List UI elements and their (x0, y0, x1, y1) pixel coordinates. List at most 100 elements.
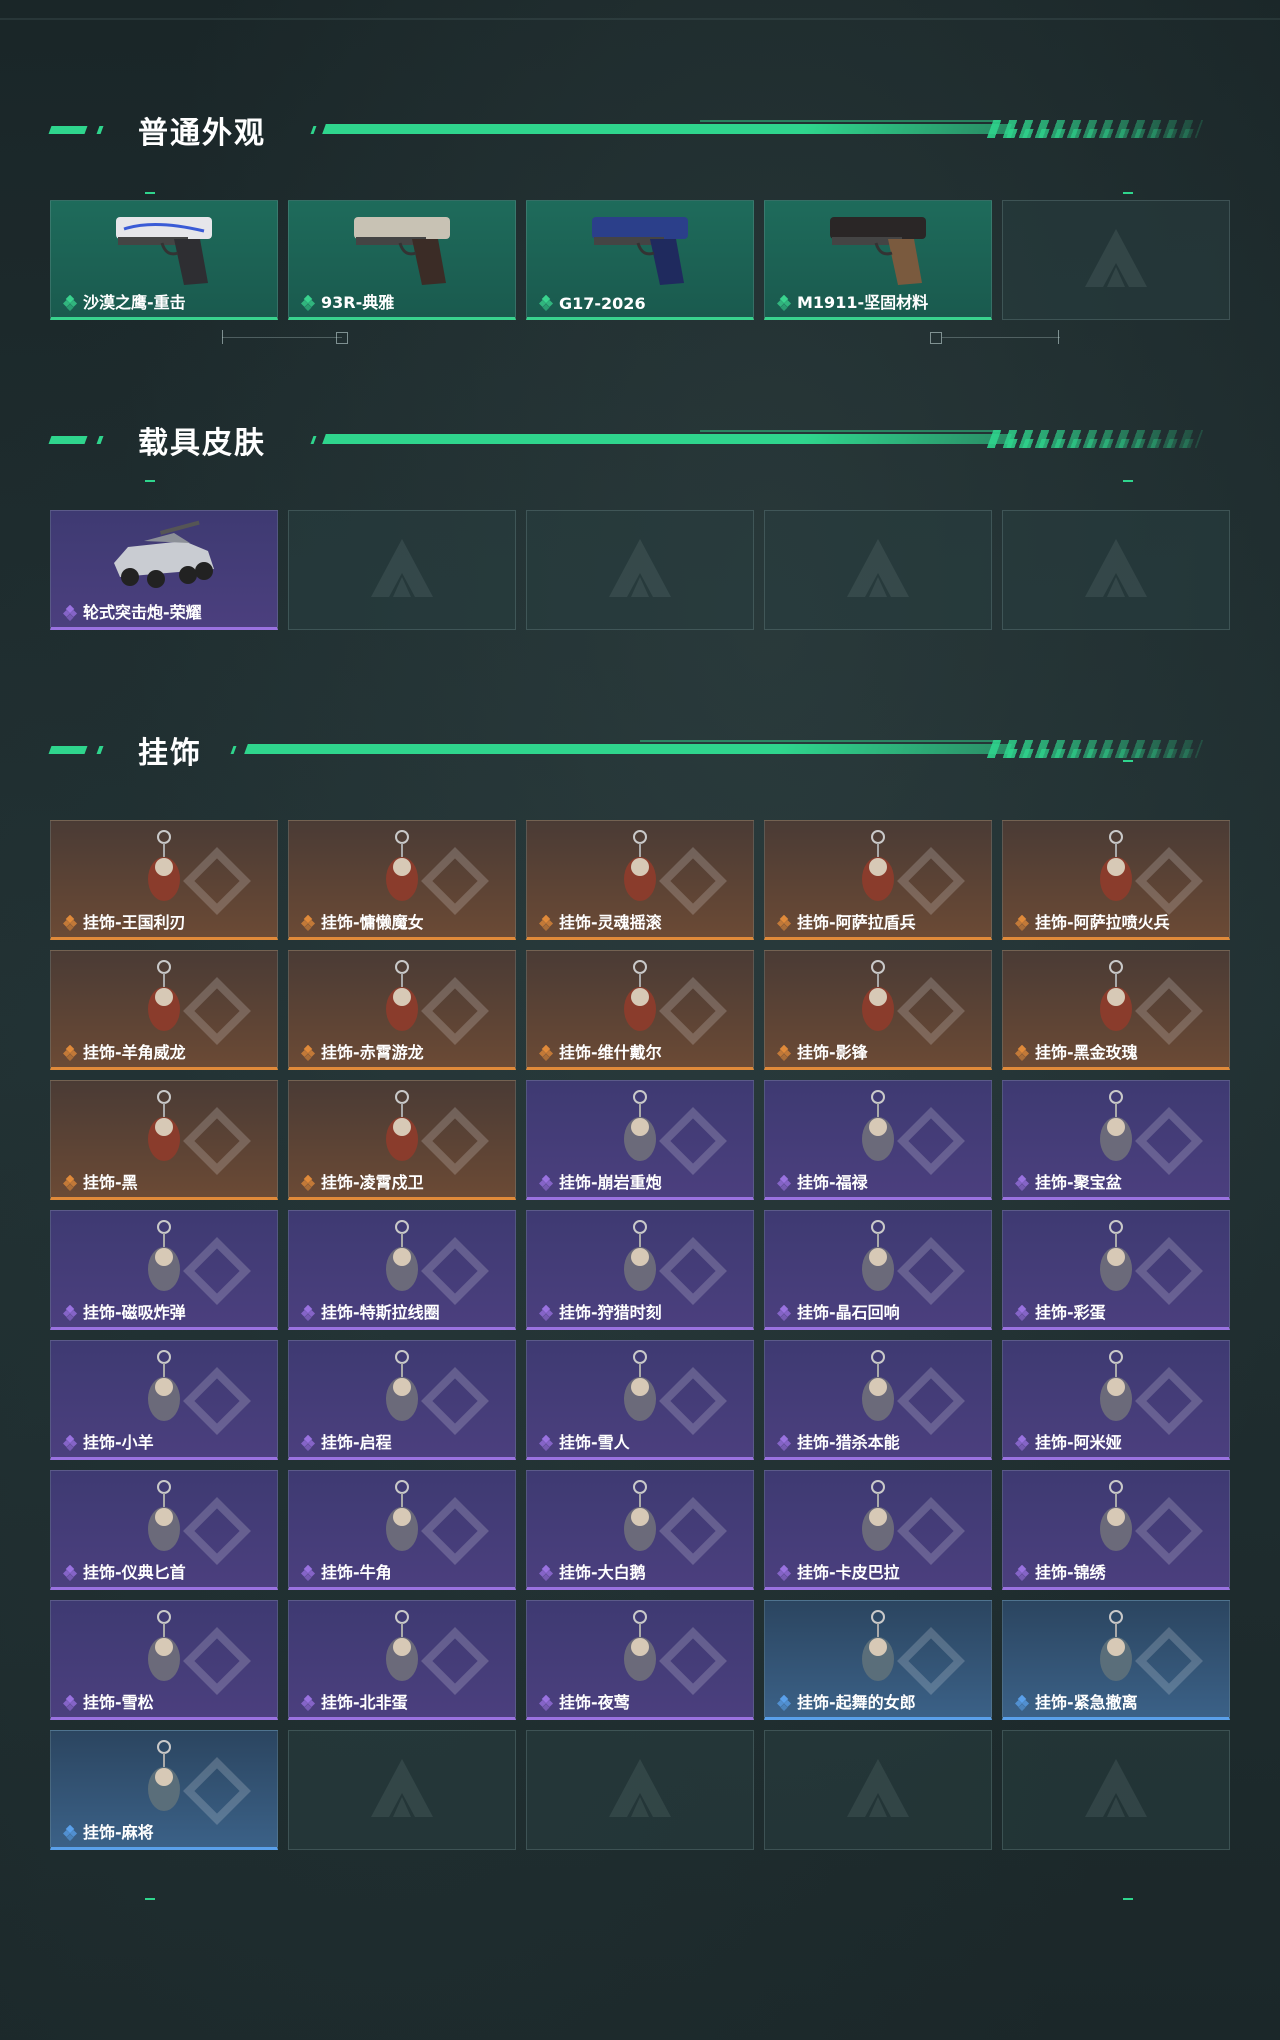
rarity-diamond-icon (301, 1305, 316, 1321)
charm-icon (148, 1610, 180, 1681)
charm-card[interactable]: 挂饰-慵懒魔女 (288, 820, 516, 940)
item-name-label: 挂饰-凌霄戍卫 (321, 1173, 424, 1192)
item-name-label: 挂饰-大白鹅 (559, 1563, 646, 1582)
empty-slot (764, 1730, 992, 1850)
charm-card[interactable]: 挂饰-狩猎时刻 (526, 1210, 754, 1330)
header-accent-bar (96, 436, 104, 444)
charm-card[interactable]: 挂饰-阿萨拉喷火兵 (1002, 820, 1230, 940)
header-checker-pattern (998, 749, 1202, 758)
charm-card[interactable]: 挂饰-启程 (288, 1340, 516, 1460)
charm-card[interactable]: 挂饰-崩岩重炮 (526, 1080, 754, 1200)
charm-icon (624, 1610, 656, 1681)
charm-icon (148, 1480, 180, 1551)
rarity-diamond-icon (539, 1695, 554, 1711)
charm-icon (386, 960, 418, 1031)
section-header: 载具皮肤 (0, 410, 1280, 470)
charm-card[interactable]: 挂饰-黑 (50, 1080, 278, 1200)
pistol-icon (830, 217, 926, 285)
section-title: 普通外观 (138, 116, 266, 151)
charm-card[interactable]: 挂饰-起舞的女郎 (764, 1600, 992, 1720)
charm-card[interactable]: 挂饰-影锋 (764, 950, 992, 1070)
decor-line (222, 337, 342, 338)
charm-card[interactable]: 挂饰-雪松 (50, 1600, 278, 1720)
charm-card[interactable]: 挂饰-锦绣 (1002, 1470, 1230, 1590)
decor-tick (1058, 330, 1059, 344)
corner-dash (145, 480, 155, 482)
rarity-diamond-icon (63, 1435, 78, 1451)
rarity-diamond-icon (539, 1045, 554, 1061)
rarity-diamond-icon (63, 1825, 78, 1841)
charm-card[interactable]: 挂饰-特斯拉线圈 (288, 1210, 516, 1330)
item-name-label: 挂饰-福禄 (797, 1173, 868, 1192)
weapon-skin-card[interactable]: 93R-典雅 (288, 200, 516, 320)
charm-card[interactable]: 挂饰-凌霄戍卫 (288, 1080, 516, 1200)
game-logo-watermark-icon (371, 1759, 433, 1817)
rarity-diamond-icon (1015, 1695, 1030, 1711)
charm-icon (1100, 960, 1132, 1031)
rarity-diamond-icon (63, 1565, 78, 1581)
charm-card[interactable]: 挂饰-阿萨拉盾兵 (764, 820, 992, 940)
charm-card[interactable]: 挂饰-卡皮巴拉 (764, 1470, 992, 1590)
charm-card[interactable]: 挂饰-猎杀本能 (764, 1340, 992, 1460)
charm-card[interactable]: 挂饰-彩蛋 (1002, 1210, 1230, 1330)
charm-card[interactable]: 挂饰-灵魂摇滚 (526, 820, 754, 940)
item-name-label: 挂饰-麻将 (83, 1823, 154, 1842)
charm-card[interactable]: 挂饰-赤霄游龙 (288, 950, 516, 1070)
header-progress-bar (244, 744, 1012, 754)
rarity-diamond-icon (301, 295, 316, 311)
weapon-skin-card[interactable]: M1911-坚固材料 (764, 200, 992, 320)
item-name-label: 挂饰-锦绣 (1035, 1563, 1106, 1582)
charm-icon (386, 1480, 418, 1551)
header-accent-bar (310, 436, 317, 444)
section-header: 普通外观 (0, 100, 1280, 160)
charm-icon (862, 1610, 894, 1681)
rarity-diamond-icon (301, 1045, 316, 1061)
item-name-label: G17-2026 (559, 294, 646, 313)
charm-card[interactable]: 挂饰-夜莺 (526, 1600, 754, 1720)
charm-icon (386, 1090, 418, 1161)
charm-icon (148, 1090, 180, 1161)
weapon-skin-card[interactable]: 沙漠之鹰-重击 (50, 200, 278, 320)
charm-card[interactable]: 挂饰-紧急撤离 (1002, 1600, 1230, 1720)
charm-card[interactable]: 挂饰-磁吸炸弹 (50, 1210, 278, 1330)
item-name-label: 挂饰-夜莺 (559, 1693, 630, 1712)
charm-card[interactable]: 挂饰-晶石回响 (764, 1210, 992, 1330)
rarity-diamond-icon (63, 1175, 78, 1191)
charm-card[interactable]: 挂饰-福禄 (764, 1080, 992, 1200)
charm-card[interactable]: 挂饰-小羊 (50, 1340, 278, 1460)
header-accent-bar (230, 746, 237, 754)
item-name-label: 挂饰-卡皮巴拉 (797, 1563, 900, 1582)
item-name-label: 93R-典雅 (321, 293, 395, 312)
rarity-diamond-icon (1015, 915, 1030, 931)
rarity-diamond-icon (539, 915, 554, 931)
item-name-label: 挂饰-雪人 (559, 1433, 630, 1452)
charm-icon (386, 830, 418, 901)
game-logo-watermark-icon (609, 539, 671, 597)
decor-line (942, 337, 1060, 338)
charm-card[interactable]: 挂饰-王国利刃 (50, 820, 278, 940)
charm-icon (148, 960, 180, 1031)
charm-card[interactable]: 挂饰-羊角威龙 (50, 950, 278, 1070)
game-logo-watermark-icon (1085, 539, 1147, 597)
charm-card[interactable]: 挂饰-仪典匕首 (50, 1470, 278, 1590)
charm-card[interactable]: 挂饰-北非蛋 (288, 1600, 516, 1720)
rarity-diamond-icon (63, 295, 78, 311)
corner-dash (1123, 760, 1133, 762)
empty-slot (526, 510, 754, 630)
charm-card[interactable]: 挂饰-维什戴尔 (526, 950, 754, 1070)
corner-dash (145, 192, 155, 194)
charm-card[interactable]: 挂饰-聚宝盆 (1002, 1080, 1230, 1200)
charm-card[interactable]: 挂饰-牛角 (288, 1470, 516, 1590)
header-accent-bar (48, 436, 88, 444)
charm-card[interactable]: 挂饰-黑金玫瑰 (1002, 950, 1230, 1070)
charm-card[interactable]: 挂饰-阿米娅 (1002, 1340, 1230, 1460)
charm-card[interactable]: 挂饰-麻将 (50, 1730, 278, 1850)
charm-card[interactable]: 挂饰-雪人 (526, 1340, 754, 1460)
item-name-label: 挂饰-黑 (83, 1173, 138, 1192)
section-title: 载具皮肤 (138, 426, 266, 461)
vehicle-skin-card[interactable]: 轮式突击炮-荣耀 (50, 510, 278, 630)
charm-icon (624, 830, 656, 901)
rarity-diamond-icon (777, 1305, 792, 1321)
charm-card[interactable]: 挂饰-大白鹅 (526, 1470, 754, 1590)
weapon-skin-card[interactable]: G17-2026 (526, 200, 754, 320)
